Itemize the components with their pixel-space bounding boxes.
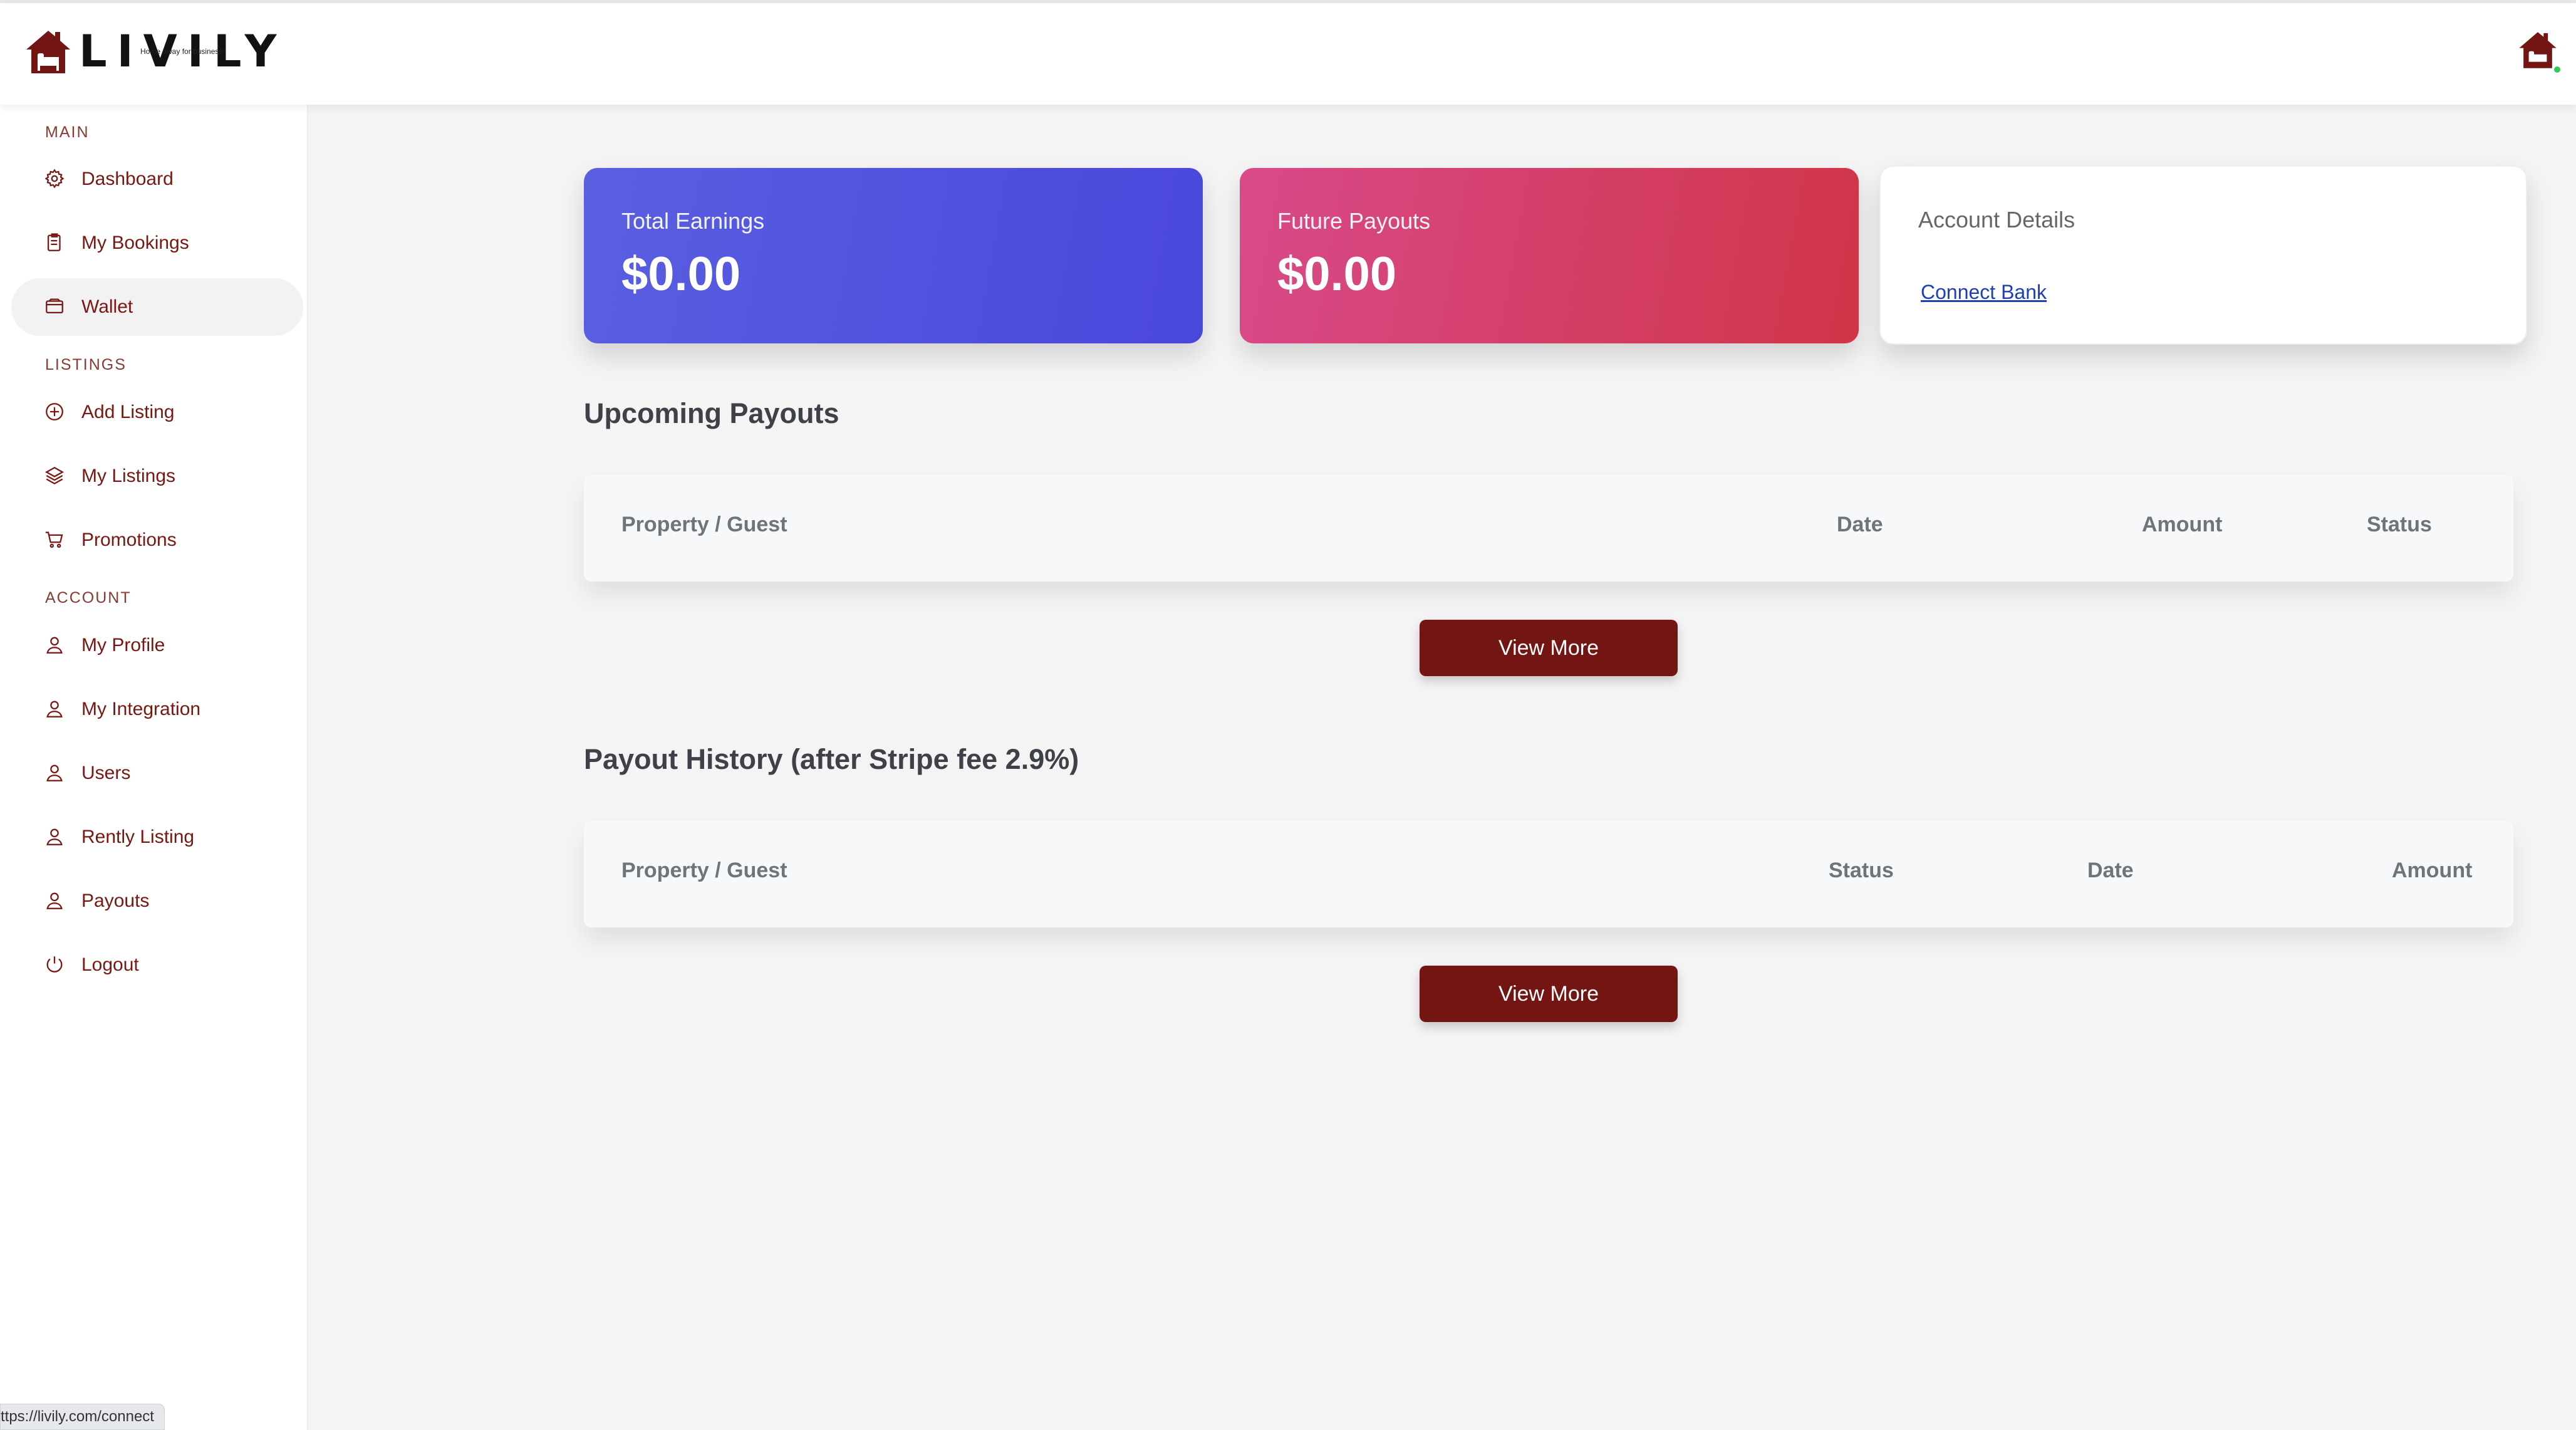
future-payouts-card: Future Payouts $0.00	[1240, 168, 1859, 343]
account-details-card: Account Details Connect Bank	[1879, 165, 2527, 345]
status-bar-url: ttps://livily.com/connect	[0, 1404, 165, 1430]
sidebar-section-account: ACCOUNT	[45, 589, 132, 607]
sidebar: MAIN Dashboard My Bookings Wallet LISTIN…	[0, 105, 308, 1430]
sidebar-item-users[interactable]: Users	[11, 744, 303, 802]
sidebar-item-my-integration[interactable]: My Integration	[11, 681, 303, 738]
user-icon	[44, 826, 66, 848]
sidebar-item-label: Logout	[81, 954, 139, 975]
column-header-status[interactable]: Status	[2367, 513, 2432, 537]
column-header-property-guest[interactable]: Property / Guest	[621, 513, 787, 537]
sidebar-item-label: Rently Listing	[81, 827, 195, 847]
sidebar-item-label: My Profile	[81, 635, 165, 655]
wallet-icon	[44, 296, 66, 318]
profile-avatar[interactable]	[2517, 29, 2562, 75]
top-header: LIVILY Home away for business!	[0, 3, 2576, 105]
sidebar-item-my-listings[interactable]: My Listings	[11, 447, 303, 505]
user-icon	[44, 762, 66, 785]
sidebar-item-label: Add Listing	[81, 402, 175, 422]
sidebar-item-promotions[interactable]: Promotions	[11, 511, 303, 569]
plus-circle-icon	[44, 401, 66, 424]
account-details-label: Account Details	[1918, 207, 2075, 232]
layers-icon	[44, 465, 66, 488]
sidebar-item-label: Users	[81, 763, 131, 783]
sidebar-item-label: My Listings	[81, 466, 176, 486]
sidebar-item-wallet[interactable]: Wallet	[11, 278, 303, 336]
clipboard-icon	[44, 232, 66, 254]
user-icon	[44, 634, 66, 657]
sidebar-item-dashboard[interactable]: Dashboard	[11, 150, 303, 208]
online-status-dot	[2552, 65, 2562, 75]
house-logo-icon	[26, 31, 70, 73]
sidebar-item-logout[interactable]: Logout	[11, 936, 303, 994]
column-header-amount[interactable]: Amount	[2392, 859, 2472, 883]
power-icon	[44, 954, 66, 976]
total-earnings-label: Total Earnings	[621, 208, 765, 234]
future-payouts-value: $0.00	[1277, 248, 1397, 301]
history-view-more-button[interactable]: View More	[1420, 966, 1678, 1022]
payout-history-table-header: Property / Guest Status Date Amount	[584, 821, 2513, 927]
payout-history-title: Payout History (after Stripe fee 2.9%)	[584, 743, 1079, 775]
user-icon	[44, 698, 66, 721]
sidebar-item-my-profile[interactable]: My Profile	[11, 617, 303, 674]
sidebar-section-main: MAIN	[45, 123, 90, 141]
gear-icon	[44, 168, 66, 190]
sidebar-item-label: Promotions	[81, 530, 177, 550]
sidebar-section-listings: LISTINGS	[45, 356, 127, 373]
sidebar-item-label: My Integration	[81, 699, 201, 719]
column-header-amount[interactable]: Amount	[2142, 513, 2222, 537]
total-earnings-card: Total Earnings $0.00	[584, 168, 1203, 343]
house-avatar-icon	[2519, 32, 2557, 68]
sidebar-item-add-listing[interactable]: Add Listing	[11, 384, 303, 441]
column-header-status[interactable]: Status	[1829, 859, 1894, 883]
sidebar-item-label: Dashboard	[81, 169, 174, 189]
sidebar-item-my-bookings[interactable]: My Bookings	[11, 214, 303, 272]
upcoming-payouts-table-header: Property / Guest Date Amount Status	[584, 475, 2513, 582]
column-header-date[interactable]: Date	[2087, 859, 2134, 883]
future-payouts-label: Future Payouts	[1277, 208, 1431, 234]
user-icon	[44, 890, 66, 912]
sidebar-item-label: My Bookings	[81, 232, 189, 253]
sidebar-item-payouts[interactable]: Payouts	[11, 872, 303, 930]
connect-bank-link[interactable]: Connect Bank	[1921, 281, 2047, 304]
brand-logo[interactable]: LIVILY	[24, 28, 286, 85]
upcoming-view-more-button[interactable]: View More	[1420, 620, 1678, 676]
brand-tagline: Home away for business!	[140, 47, 225, 56]
sidebar-item-label: Payouts	[81, 890, 150, 911]
total-earnings-value: $0.00	[621, 248, 741, 301]
column-header-date[interactable]: Date	[1837, 513, 1883, 537]
sidebar-item-label: Wallet	[81, 296, 133, 317]
cart-icon	[44, 529, 66, 551]
column-header-property-guest[interactable]: Property / Guest	[621, 859, 787, 883]
sidebar-item-rently-listing[interactable]: Rently Listing	[11, 808, 303, 866]
upcoming-payouts-title: Upcoming Payouts	[584, 397, 839, 429]
